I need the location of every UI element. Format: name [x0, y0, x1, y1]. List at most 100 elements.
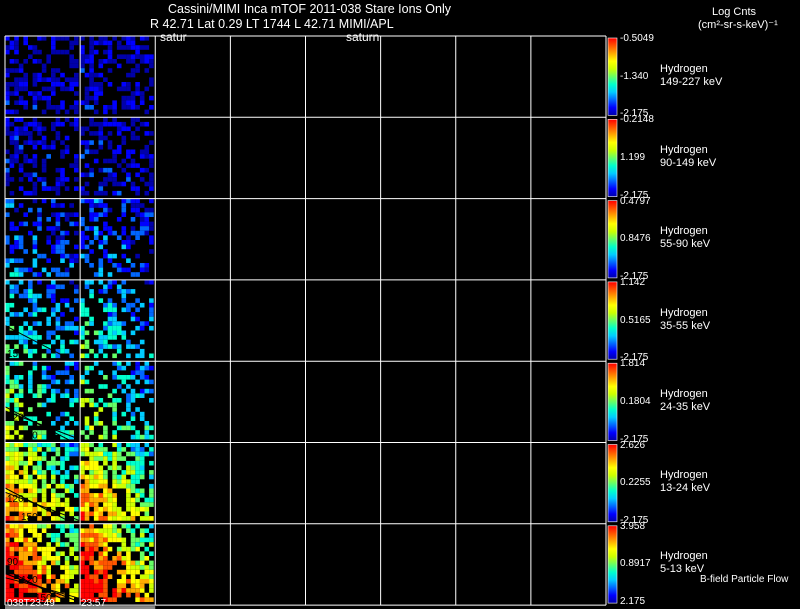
- heatmap-cell: [60, 479, 65, 484]
- heatmap-cell: [116, 163, 122, 168]
- heatmap-cell: [5, 546, 10, 552]
- heatmap-cell: [28, 542, 33, 547]
- heatmap-cell: [37, 140, 42, 145]
- heatmap-cell: [126, 516, 131, 521]
- heatmap-cell: [112, 460, 117, 466]
- heatmap-cell: [46, 86, 51, 92]
- heatmap-cell: [93, 198, 99, 204]
- heatmap-cell: [5, 523, 10, 529]
- colorbar-max-label: -0.2148: [620, 114, 654, 126]
- heatmap-cell: [112, 344, 117, 349]
- heatmap-cell: [5, 474, 10, 480]
- heatmap-cell: [89, 172, 94, 178]
- heatmap-cell: [112, 502, 117, 507]
- heatmap-cell: [107, 506, 113, 512]
- heatmap-cell: [112, 597, 117, 602]
- heatmap-cell: [98, 263, 104, 268]
- heatmap-cell: [93, 421, 99, 426]
- heatmap-cell: [149, 131, 154, 136]
- heatmap-cell: [130, 533, 136, 538]
- heatmap-cell: [18, 312, 24, 317]
- heatmap-cell: [60, 172, 65, 178]
- heatmap-cell: [121, 556, 127, 561]
- heatmap-cell: [98, 465, 104, 471]
- heatmap-cell: [116, 546, 122, 552]
- heatmap-cell: [130, 425, 136, 431]
- heatmap-cell: [116, 86, 122, 92]
- colorbar: [607, 281, 618, 360]
- heatmap-cell: [5, 393, 10, 398]
- heatmap-cell: [69, 430, 74, 435]
- heatmap-cell: [116, 263, 122, 268]
- heatmap-cell: [46, 330, 51, 336]
- heatmap-cell: [14, 235, 19, 240]
- heatmap-cell: [93, 560, 99, 566]
- heatmap-cell: [126, 442, 131, 448]
- heatmap-cell: [37, 272, 42, 277]
- heatmap-cell: [32, 488, 38, 494]
- heatmap-cell: [126, 36, 131, 41]
- heatmap-cell: [14, 430, 19, 435]
- heatmap-cell: [41, 63, 47, 69]
- heatmap-cell: [18, 569, 24, 575]
- heatmap-cell: [69, 398, 74, 403]
- heatmap-cell: [32, 298, 38, 303]
- heatmap-cell: [93, 272, 99, 277]
- heatmap-cell: [144, 425, 150, 431]
- heatmap-cell: [5, 506, 10, 512]
- heatmap-cell: [51, 375, 56, 380]
- heatmap-cell: [51, 339, 56, 345]
- heatmap-cell: [80, 583, 85, 589]
- heatmap-cell: [93, 416, 99, 421]
- heatmap-cell: [23, 560, 28, 566]
- heatmap-cell: [51, 456, 56, 461]
- heatmap-cell: [60, 140, 65, 145]
- heatmap-cell: [116, 479, 122, 484]
- heatmap-cell: [89, 59, 94, 64]
- heatmap-cell: [139, 460, 145, 466]
- heatmap-cell: [144, 131, 150, 136]
- heatmap-cell: [112, 588, 117, 593]
- heatmap-cell: [130, 149, 136, 155]
- heatmap-cell: [14, 258, 19, 263]
- heatmap-cell: [37, 470, 42, 475]
- heatmap-cell: [74, 289, 79, 294]
- heatmap-cell: [84, 95, 90, 101]
- heatmap-cell: [64, 77, 70, 82]
- heatmap-cell: [89, 49, 94, 55]
- heatmap-cell: [116, 344, 122, 349]
- heatmap-cell: [139, 447, 145, 452]
- heatmap-cell: [144, 528, 150, 533]
- heatmap-cell: [139, 149, 145, 155]
- heatmap-cell: [18, 167, 24, 173]
- heatmap-cell: [139, 54, 145, 59]
- heatmap-cell: [23, 451, 28, 457]
- heatmap-cell: [139, 217, 145, 222]
- heatmap-cell: [5, 388, 10, 394]
- heatmap-cell: [14, 488, 19, 494]
- heatmap-cell: [116, 131, 122, 136]
- heatmap-cell: [139, 528, 145, 533]
- heatmap-cell: [126, 82, 131, 87]
- colorbar-mid-label: -1.340: [620, 70, 649, 82]
- heatmap-cell: [60, 579, 65, 584]
- heatmap-cell: [80, 402, 85, 408]
- heatmap-cell: [23, 172, 28, 178]
- heatmap-cell: [9, 592, 15, 598]
- heatmap-cell: [107, 298, 113, 303]
- heatmap-cell: [107, 302, 113, 308]
- heatmap-cell: [80, 217, 85, 222]
- heatmap-cell: [69, 77, 74, 82]
- heatmap-cell: [112, 506, 117, 512]
- heatmap-cell: [126, 154, 131, 159]
- heatmap-cell: [121, 474, 127, 480]
- heatmap-cell: [69, 59, 74, 64]
- heatmap-cell: [41, 375, 47, 380]
- heatmap-cell: [9, 177, 15, 182]
- heatmap-cell: [89, 511, 94, 517]
- heatmap-cell: [149, 460, 154, 466]
- heatmap-cell: [18, 339, 24, 345]
- heatmap-cell: [107, 272, 113, 277]
- heatmap-cell: [14, 144, 19, 150]
- heatmap-cell: [103, 40, 108, 46]
